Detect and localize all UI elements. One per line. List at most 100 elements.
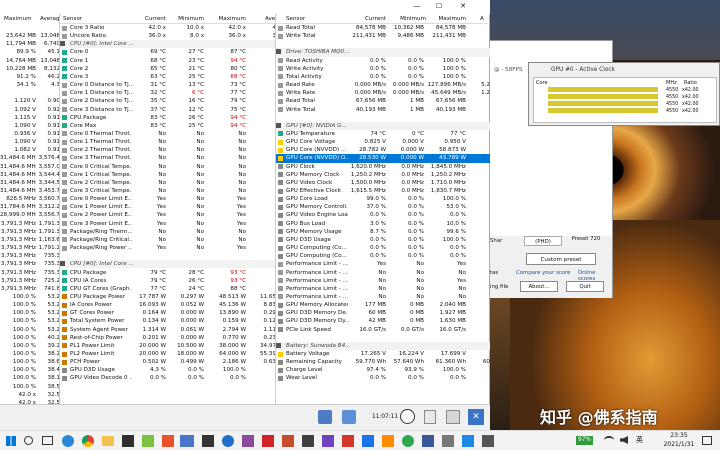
sensor-row[interactable]: Core 1 Distance to Tj... 32 °C 6 °C 77 °C	[60, 89, 275, 97]
table-row[interactable]: 100.0 % 53.2	[0, 317, 59, 325]
table-row[interactable]	[0, 89, 59, 97]
search-icon[interactable]	[24, 436, 33, 445]
app-icon[interactable]	[302, 435, 314, 447]
table-row[interactable]: 3,791.3 MHz 1,791.3	[0, 220, 59, 228]
table-row[interactable]: 100.0 % 53.2	[0, 309, 59, 317]
table-row[interactable]: 828.5 MHz 3,560.7	[0, 195, 59, 203]
app-icon[interactable]	[482, 435, 494, 447]
sensor-row[interactable]: Read Rate 0.000 MB/s 0.000 MB/s 127.896 MB/…	[276, 81, 490, 89]
sensor-row[interactable]: Core 3 Critical Tempe... No No No	[60, 187, 275, 195]
table-row[interactable]: 3,791.3 MHz 725.2	[0, 277, 59, 285]
sensor-row[interactable]: PCH Power 0.502 W 0.499 W 2.186 W 0.63	[60, 358, 275, 366]
chrome-icon[interactable]	[82, 435, 94, 447]
app-icon[interactable]	[242, 435, 254, 447]
sensor-row[interactable]: Core 2 Critical Tempe... No No No	[60, 179, 275, 187]
app-icon[interactable]	[180, 435, 194, 447]
sensor-row[interactable]: GPU Clock 1,620.0 MHz 0.0 MHz 1,845.0 MHz	[276, 163, 490, 171]
sensor-group-header[interactable]: CPU [#0]: Intel Core ...	[60, 260, 275, 269]
sensor-row[interactable]: Core 0 Distance to Tj... 31 °C 13 °C 73 °C	[60, 81, 275, 89]
sensor-row[interactable]: GPU Temperature 74 °C 0 °C 77 °C	[276, 130, 490, 138]
windows-start-icon[interactable]	[6, 436, 16, 446]
close-button[interactable]: ✕	[456, 2, 470, 10]
sensor-row[interactable]: GPU Memory Clock 1,250.2 MHz 0.0 MHz 1,250.…	[276, 171, 490, 179]
sensor-row[interactable]: CPU Package 83 °C 26 °C 94 °C	[60, 114, 275, 122]
table-row[interactable]: 100.0 % 40.2	[0, 334, 59, 342]
table-row[interactable]: 3,791.3 MHz 1,791.3	[0, 228, 59, 236]
sensor-row[interactable]: Total Activity 0.0 % 0.0 % 100.0 %	[276, 73, 490, 81]
app-icon[interactable]	[122, 435, 134, 447]
sensor-row[interactable]: CPU Package Power 17.787 W 0.297 W 48.513 W…	[60, 293, 275, 301]
sensor-row[interactable]: Core 3 Power Limit E... Yes No Yes	[60, 220, 275, 228]
sensor-group-header[interactable]: Drive: TOSHIBA MQ0...	[276, 48, 490, 57]
table-row[interactable]: 34.1 % 4.3	[0, 81, 59, 89]
sensor-row[interactable]: Core 2 65 °C 21 °C 80 °C	[60, 65, 275, 73]
sensor-row[interactable]: Core 3 Distance to Tj... 37 °C 12 °C 75 °C	[60, 106, 275, 114]
sensor-row[interactable]: Battery Voltage 17.265 V 16.224 V 17.699 V	[276, 350, 490, 358]
sensor-row[interactable]: System Agent Power 1.314 W 0.061 W 2.794 W 1…	[60, 326, 275, 334]
table-row[interactable]: 100.0 % 38.2	[0, 350, 59, 358]
table-row[interactable]: 1.092 V 0.92	[0, 106, 59, 114]
table-row[interactable]: 3,791.3 MHz 735.3	[0, 269, 59, 277]
hwinfo-window[interactable]: — ☐ ✕ Maximum Average 23,642 MB13,04811,…	[0, 0, 490, 430]
close-sensors-icon[interactable]: ✕	[468, 409, 484, 425]
app-icon[interactable]	[402, 435, 414, 447]
table-row[interactable]: 89.9 % 45.1	[0, 48, 59, 56]
sensor-row[interactable]: Core 2 Power Limit E... Yes No Yes	[60, 211, 275, 219]
table-row[interactable]: 1.090 V 0.91	[0, 138, 59, 146]
table-row[interactable]: 100.0 % 53.2	[0, 293, 59, 301]
column-header-average[interactable]: Average	[40, 14, 59, 24]
column-header-minimum[interactable]: Minimum	[388, 14, 426, 24]
sensor-row[interactable]: Core 1 Power Limit E... Yes No Yes	[60, 203, 275, 211]
sensor-row[interactable]: Core 2 Thermal Throt... No No No	[60, 146, 275, 154]
minimize-button[interactable]: —	[410, 2, 424, 10]
table-row[interactable]: 1.090 V 0.91	[0, 122, 59, 130]
quit-button[interactable]: Quit	[566, 281, 604, 292]
edge-icon[interactable]	[62, 435, 74, 447]
sensor-row[interactable]: GPU Core Load 99.0 % 0.0 % 100.0 %	[276, 195, 490, 203]
app-icon[interactable]	[202, 435, 214, 447]
sensor-row[interactable]: Core 1 Thermal Throt... No No No	[60, 138, 275, 146]
sensor-row[interactable]: Core 3 Ratio 42.0 x 10.0 x 42.0 x 4	[60, 24, 275, 32]
explorer-icon[interactable]	[102, 436, 114, 446]
column-header-average[interactable]: Aver	[265, 14, 275, 24]
sensor-row[interactable]: Rest-of-Chip Power 0.201 W 0.000 W 0.770 W 0…	[60, 334, 275, 342]
volume-icon[interactable]	[620, 436, 628, 444]
about-button[interactable]: About...	[520, 281, 558, 292]
network-tray-icon[interactable]	[604, 436, 614, 444]
notification-icon[interactable]	[702, 436, 712, 445]
column-header-average[interactable]: A	[480, 14, 490, 24]
sensor-row[interactable]: Package/Ring Therm... No No No	[60, 228, 275, 236]
app-icon[interactable]	[422, 435, 434, 447]
sensor-row[interactable]: Performance Limit - ... Yes No Yes	[276, 260, 490, 268]
sensor-row[interactable]: Write Activity 0.0 % 0.0 % 100.0 %	[276, 65, 490, 73]
column-header-sensor[interactable]: Sensor	[63, 14, 133, 24]
sensor-row[interactable]: Performance Limit - ... No No No	[276, 269, 490, 277]
app-icon[interactable]	[142, 435, 154, 447]
column-header-maximum[interactable]: Maximum	[208, 14, 246, 24]
table-row[interactable]: 3,791.3 MHz 1,163.6	[0, 236, 59, 244]
table-row[interactable]: 31,484.6 MHz 3,344.5	[0, 179, 59, 187]
sensor-row[interactable]: Write Total 40,193 MB 1 MB 40,193 MB	[276, 106, 490, 114]
sensor-row[interactable]: GPU Video Decode 0 ... 0.0 % 0.0 % 0.0 %	[60, 374, 275, 382]
app-icon[interactable]	[442, 435, 454, 447]
table-row[interactable]: 1.115 V 0.91	[0, 114, 59, 122]
app-icon[interactable]	[322, 435, 334, 447]
preset-tab-phd[interactable]: (PHD)	[524, 236, 562, 246]
table-row[interactable]: 100.0 % 53.2	[0, 301, 59, 309]
sensor-row[interactable]: Core 0 Thermal Throt... No No No	[60, 130, 275, 138]
table-row[interactable]: 100.0 % 53.2	[0, 326, 59, 334]
sensor-row[interactable]: GPU Video Clock 1,500.0 MHz 0.0 MHz 1,710.0…	[276, 179, 490, 187]
sensor-row[interactable]: Core Max 83 °C 25 °C 94 °C	[60, 122, 275, 130]
sensor-row[interactable]: Uncore Ratio 36.0 x 8.0 x 36.0 x 3	[60, 32, 275, 40]
sensor-row[interactable]: GPU Video Engine Load 0.0 % 0.0 % 0.0 %	[276, 211, 490, 219]
sensor-row[interactable]: PL1 Power Limit 20.000 W 10.500 W 38.000 W 3…	[60, 342, 275, 350]
sensor-row[interactable]: GPU Computing (Co... 0.0 % 0.0 % 0.0 %	[276, 252, 490, 260]
sensor-row[interactable]: GPU D3D Usage 4.3 % 0.0 % 100.0 %	[60, 366, 275, 374]
clock-icon[interactable]	[400, 409, 415, 424]
table-row[interactable]: 1.120 V 0.90	[0, 97, 59, 105]
sensor-row[interactable]: Package/Ring Critical... No No No	[60, 236, 275, 244]
clock-date[interactable]: 2021/1/31	[660, 441, 698, 448]
sensor-group-header[interactable]: CPU [#0]: Intel Core ...	[60, 40, 275, 49]
table-row[interactable]: 91.2 % 46.2	[0, 73, 59, 81]
app-icon[interactable]	[342, 435, 354, 447]
